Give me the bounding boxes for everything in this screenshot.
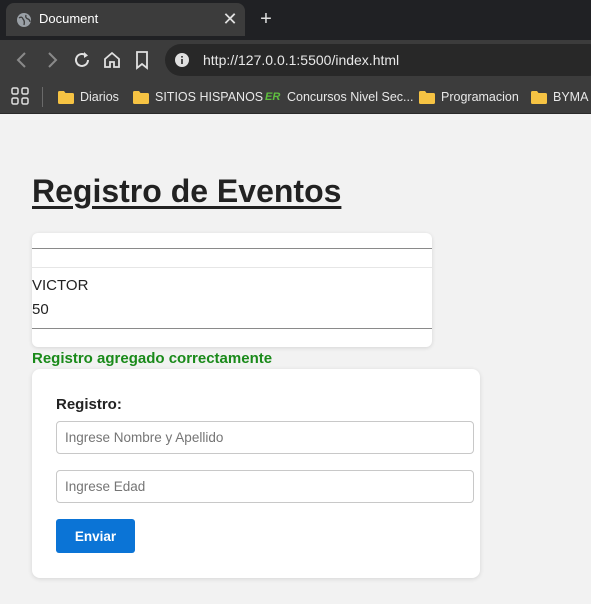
- bookmark-label: Concursos Nivel Sec...: [287, 90, 414, 104]
- entry-name: VICTOR: [32, 277, 89, 294]
- browser-toolbar: http://127.0.0.1:5500/index.html: [0, 40, 591, 80]
- bookmark-programacion[interactable]: Programacion: [419, 86, 519, 108]
- info-icon[interactable]: [175, 53, 189, 67]
- tab-title: Document: [39, 11, 99, 26]
- folder-icon: [419, 90, 435, 104]
- horizontal-rule: [32, 328, 432, 329]
- globe-icon: [17, 13, 31, 27]
- form-label: Registro:: [56, 396, 122, 413]
- folder-icon: [58, 90, 74, 104]
- bookmark-sitios-hispanos[interactable]: SITIOS HISPANOS: [133, 86, 263, 108]
- address-bar[interactable]: http://127.0.0.1:5500/index.html: [165, 44, 591, 76]
- er-site-icon: ER: [265, 91, 281, 103]
- horizontal-rule: [32, 248, 432, 249]
- bookmark-label: BYMA: [553, 90, 589, 104]
- browser-tab[interactable]: Document ✕: [6, 3, 245, 36]
- bookmark-icon[interactable]: [131, 49, 153, 71]
- bookmark-byma[interactable]: BYMA: [531, 86, 588, 108]
- folder-icon: [133, 90, 149, 104]
- apps-grid-icon[interactable]: [11, 87, 29, 105]
- success-message: Registro agregado correctamente: [32, 350, 273, 367]
- bookmarks-separator: [42, 87, 43, 107]
- submit-button[interactable]: Enviar: [56, 519, 135, 553]
- bookmark-concursos[interactable]: ER Concursos Nivel Sec...: [265, 86, 413, 108]
- reload-icon[interactable]: [71, 49, 93, 71]
- home-icon[interactable]: [101, 49, 123, 71]
- back-icon[interactable]: [11, 49, 33, 71]
- name-input[interactable]: [56, 421, 474, 454]
- bookmark-label: Programacion: [441, 90, 519, 104]
- events-list: VICTOR 50: [32, 233, 432, 347]
- entry-age: 50: [32, 301, 49, 318]
- browser-tab-bar: Document ✕ +: [0, 0, 591, 40]
- page-title: Registro de Eventos: [32, 173, 342, 209]
- forward-icon[interactable]: [41, 49, 63, 71]
- folder-icon: [531, 90, 547, 104]
- new-tab-button[interactable]: +: [255, 8, 277, 30]
- registration-form: Registro: Enviar: [32, 369, 480, 578]
- bookmark-label: Diarios: [80, 90, 119, 104]
- list-divider: [32, 267, 432, 268]
- bookmark-diarios[interactable]: Diarios: [58, 86, 119, 108]
- bookmarks-bar: Diarios SITIOS HISPANOS ER Concursos Niv…: [0, 80, 591, 114]
- url-text: http://127.0.0.1:5500/index.html: [203, 52, 400, 68]
- age-input[interactable]: [56, 470, 474, 503]
- close-tab-icon[interactable]: ✕: [220, 9, 240, 29]
- page-content: Registro de Eventos VICTOR 50 Registro a…: [0, 115, 591, 604]
- bookmark-label: SITIOS HISPANOS: [155, 90, 264, 104]
